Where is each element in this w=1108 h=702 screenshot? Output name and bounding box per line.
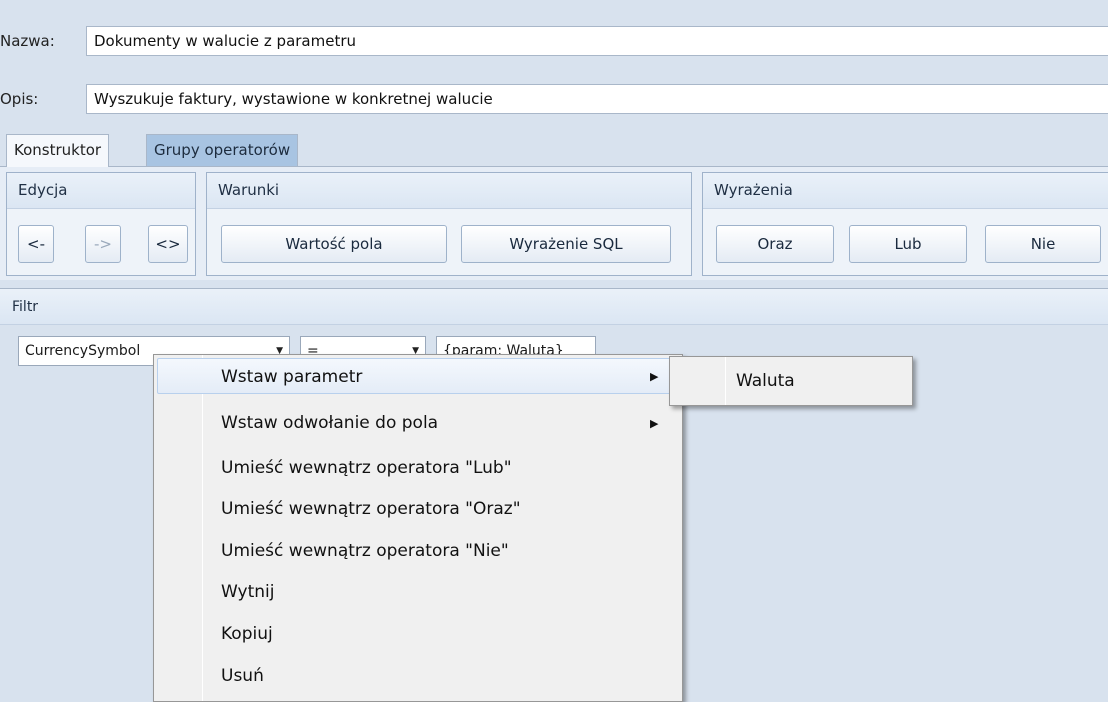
menu-item-insert-parameter[interactable]: Wstaw parametr xyxy=(157,358,679,394)
menu-item-label: Umieść wewnątrz operatora "Lub" xyxy=(221,458,512,478)
group-warunki: Warunki Wartość pola Wyrażenie SQL xyxy=(206,172,692,276)
menu-item-wrap-not[interactable]: Umieść wewnątrz operatora "Nie" xyxy=(157,533,679,569)
group-edycja: Edycja <- -> <> xyxy=(6,172,196,276)
menu-item-insert-field-reference[interactable]: Wstaw odwołanie do pola xyxy=(157,405,679,441)
field-value-button[interactable]: Wartość pola xyxy=(221,225,447,263)
menu-item-label: Wstaw odwołanie do pola xyxy=(221,413,439,433)
group-wyrazenia-title: Wyrażenia xyxy=(703,173,1108,209)
move-left-button[interactable]: <- xyxy=(18,225,54,263)
menu-item-copy[interactable]: Kopiuj xyxy=(157,616,679,652)
menu-item-delete[interactable]: Usuń xyxy=(157,658,679,694)
menu-item-label: Umieść wewnątrz operatora "Oraz" xyxy=(221,499,521,519)
group-edycja-title: Edycja xyxy=(7,173,195,209)
group-wyrazenia: Wyrażenia Oraz Lub Nie xyxy=(702,172,1108,276)
not-button[interactable]: Nie xyxy=(985,225,1101,263)
menu-item-label: Kopiuj xyxy=(221,624,273,644)
field-combo-value: CurrencySymbol xyxy=(25,343,141,359)
group-warunki-title: Warunki xyxy=(207,173,691,209)
menu-item-wrap-or[interactable]: Umieść wewnątrz operatora "Lub" xyxy=(157,450,679,486)
menu-item-cut[interactable]: Wytnij xyxy=(157,574,679,610)
filter-title: Filtr xyxy=(0,289,1108,325)
tab-grupy-operatorow[interactable]: Grupy operatorów xyxy=(146,134,299,167)
and-button[interactable]: Oraz xyxy=(716,225,834,263)
description-label: Opis: xyxy=(0,90,39,108)
or-button[interactable]: Lub xyxy=(849,225,967,263)
name-input[interactable]: Dokumenty w walucie z parametru xyxy=(86,26,1108,56)
swap-button[interactable]: <> xyxy=(148,225,188,263)
sql-expression-button[interactable]: Wyrażenie SQL xyxy=(461,225,671,263)
name-label: Nazwa: xyxy=(0,32,55,50)
submenu-arrow-icon: ▶ xyxy=(650,370,659,383)
description-input[interactable]: Wyszukuje faktury, wystawione w konkretn… xyxy=(86,84,1108,114)
submenu: Waluta xyxy=(669,356,913,406)
menu-item-label: Waluta xyxy=(736,371,795,391)
menu-item-label: Wstaw parametr xyxy=(221,367,363,387)
menu-item-label: Umieść wewnątrz operatora "Nie" xyxy=(221,541,509,561)
menu-item-wrap-and[interactable]: Umieść wewnątrz operatora "Oraz" xyxy=(157,491,679,527)
context-menu: Wstaw parametr ▶ Wstaw odwołanie do pola… xyxy=(153,354,683,702)
menu-item-label: Usuń xyxy=(221,666,264,686)
tab-konstruktor[interactable]: Konstruktor xyxy=(6,134,110,167)
menu-item-label: Wytnij xyxy=(221,582,275,602)
submenu-item-waluta[interactable]: Waluta xyxy=(672,363,910,399)
move-right-button[interactable]: -> xyxy=(85,225,121,263)
submenu-arrow-icon: ▶ xyxy=(650,417,659,430)
